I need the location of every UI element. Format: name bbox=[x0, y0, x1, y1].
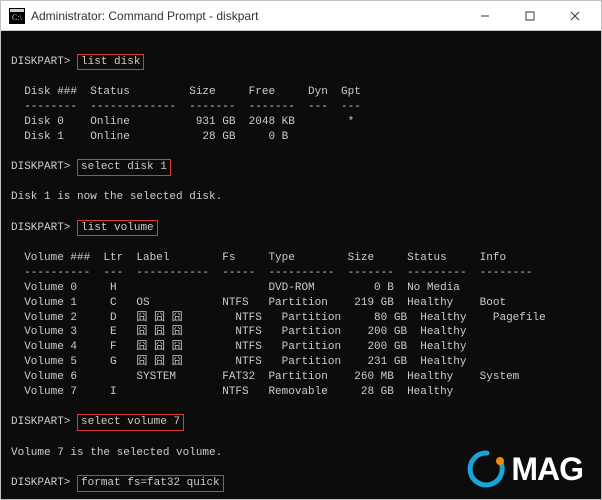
message-volume-selected: Volume 7 is the selected volume. bbox=[11, 447, 222, 459]
command-format: format fs=fat32 quick bbox=[77, 475, 224, 491]
volume-table-divider: ---------- --- ----------- ----- -------… bbox=[11, 267, 533, 279]
terminal-output[interactable]: DISKPART> list disk Disk ### Status Size… bbox=[1, 31, 601, 499]
volume-row: Volume 5 G 囧 囧 囧 NTFS Partition 231 GB H… bbox=[11, 356, 466, 368]
volume-row: Volume 6 SYSTEM FAT32 Partition 260 MB H… bbox=[11, 371, 519, 383]
prompt: DISKPART> bbox=[11, 416, 70, 428]
volume-row: Volume 1 C OS NTFS Partition 219 GB Heal… bbox=[11, 297, 506, 309]
command-select-disk: select disk 1 bbox=[77, 159, 171, 175]
volume-row: Volume 4 F 囧 囧 囧 NTFS Partition 200 GB H… bbox=[11, 341, 466, 353]
svg-text:C:\: C:\ bbox=[12, 13, 23, 22]
logo-icon bbox=[467, 449, 507, 489]
volume-row: Volume 0 H DVD-ROM 0 B No Media bbox=[11, 282, 460, 294]
prompt: DISKPART> bbox=[11, 222, 70, 234]
volume-row: Volume 2 D 囧 囧 囧 NTFS Partition 80 GB He… bbox=[11, 312, 546, 324]
cmd-icon: C:\ bbox=[9, 8, 25, 24]
command-select-volume: select volume 7 bbox=[77, 414, 184, 430]
prompt: DISKPART> bbox=[11, 56, 70, 68]
message-disk-selected: Disk 1 is now the selected disk. bbox=[11, 191, 222, 203]
window-title: Administrator: Command Prompt - diskpart bbox=[31, 9, 462, 23]
disk-table-divider: -------- ------------- ------- ------- -… bbox=[11, 101, 361, 113]
logo-text: MAG bbox=[511, 448, 583, 491]
close-button[interactable] bbox=[552, 1, 597, 31]
disk-row: Disk 0 Online 931 GB 2048 KB * bbox=[11, 116, 354, 128]
titlebar: C:\ Administrator: Command Prompt - disk… bbox=[1, 1, 601, 31]
volume-row: Volume 7 I NTFS Removable 28 GB Healthy bbox=[11, 386, 453, 398]
volume-table-header: Volume ### Ltr Label Fs Type Size Status… bbox=[11, 252, 506, 264]
watermark-logo: MAG bbox=[467, 448, 583, 491]
disk-table-header: Disk ### Status Size Free Dyn Gpt bbox=[11, 86, 361, 98]
prompt: DISKPART> bbox=[11, 477, 70, 489]
command-list-volume: list volume bbox=[77, 220, 158, 236]
minimize-button[interactable] bbox=[462, 1, 507, 31]
prompt: DISKPART> bbox=[11, 161, 70, 173]
maximize-button[interactable] bbox=[507, 1, 552, 31]
disk-row: Disk 1 Online 28 GB 0 B bbox=[11, 131, 288, 143]
volume-row: Volume 3 E 囧 囧 囧 NTFS Partition 200 GB H… bbox=[11, 326, 466, 338]
command-list-disk: list disk bbox=[77, 54, 144, 70]
